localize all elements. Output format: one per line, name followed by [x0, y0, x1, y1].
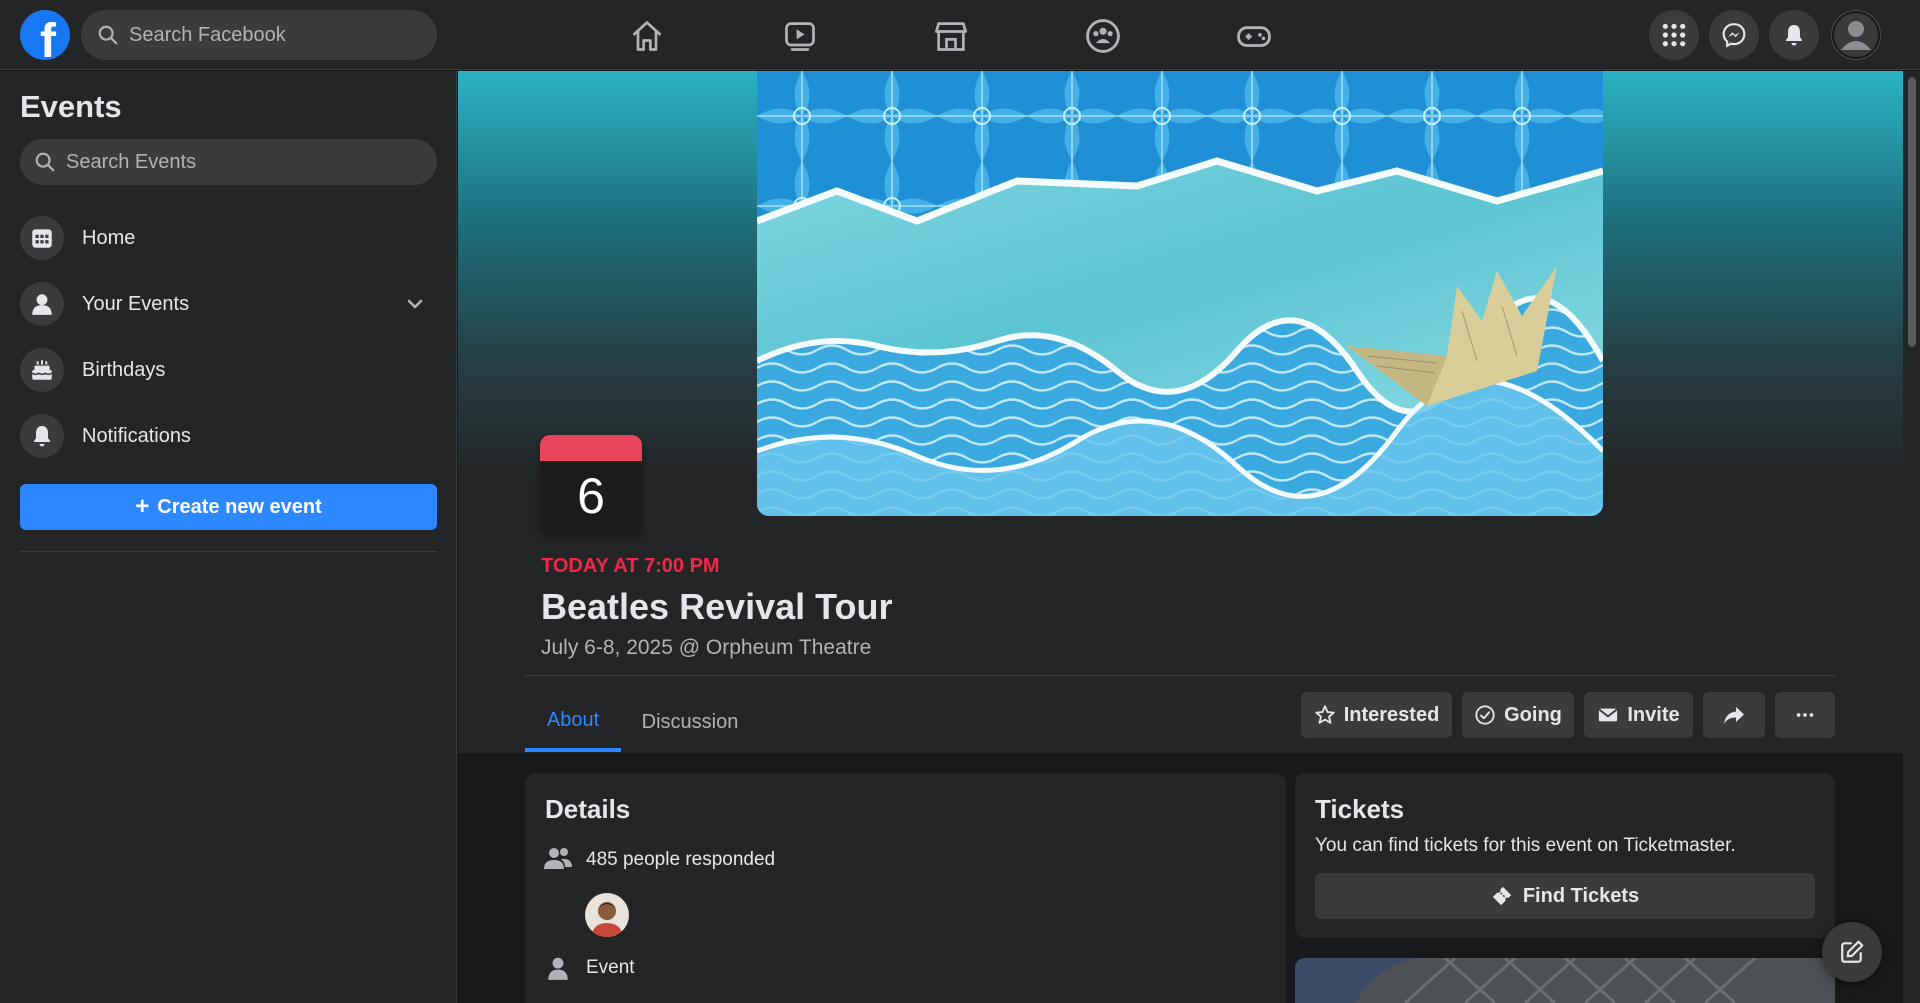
sidebar-item-label: Birthdays [82, 358, 166, 381]
facebook-search-input[interactable] [129, 23, 409, 47]
date-badge-header [540, 435, 642, 461]
gaming-icon[interactable] [1232, 14, 1276, 58]
tickets-heading: Tickets [1315, 794, 1405, 824]
event-time: TODAY AT 7:00 PM [541, 555, 720, 577]
compose-icon [1841, 940, 1864, 963]
messenger-button[interactable] [1709, 10, 1759, 60]
tab-discussion[interactable]: Discussion [625, 692, 755, 752]
event-day: 6 [577, 468, 605, 524]
page-scrollbar[interactable] [1903, 71, 1920, 1003]
responder-avatar[interactable] [585, 893, 629, 937]
home-icon[interactable] [625, 14, 669, 58]
cake-icon [20, 348, 64, 392]
groups-icon[interactable] [1081, 14, 1125, 58]
star-icon [1314, 705, 1335, 724]
invite-button[interactable]: Invite [1584, 692, 1693, 738]
menu-grid-button[interactable] [1649, 10, 1699, 60]
watch-icon[interactable] [778, 14, 822, 58]
plus-icon: + [135, 493, 150, 520]
sidebar-item-label: Home [82, 226, 136, 249]
people-icon [544, 848, 572, 869]
search-icon [98, 25, 118, 45]
top-bar: f [0, 0, 1920, 70]
marketplace-icon[interactable] [929, 14, 973, 58]
sidebar-item-label: Your Events [82, 292, 190, 315]
share-icon [1724, 707, 1744, 724]
sidebar-divider [20, 551, 437, 552]
scrollbar-thumb[interactable] [1908, 77, 1916, 347]
location-map[interactable] [1295, 958, 1835, 1003]
check-circle-icon [1475, 705, 1495, 725]
person-icon [548, 957, 568, 980]
more-icon [1796, 713, 1814, 717]
events-search-input[interactable] [66, 150, 346, 174]
messenger-icon [1722, 23, 1746, 48]
menu-grid-icon [1662, 23, 1686, 47]
responded-count: 485 people responded [586, 849, 776, 870]
event-subtitle: July 6-8, 2025 @ Orpheum Theatre [541, 636, 872, 659]
more-options-button[interactable] [1775, 692, 1835, 738]
notifications-icon [1786, 25, 1802, 46]
tickets-card: Tickets You can find tickets for this ev… [1295, 773, 1835, 938]
sidebar-item-birthdays[interactable]: Birthdays [20, 342, 437, 398]
new-message-button[interactable] [1822, 922, 1882, 982]
event-title: Beatles Revival Tour [541, 586, 893, 627]
calendar-icon [20, 216, 64, 260]
tab-about[interactable]: About [525, 692, 621, 752]
envelope-icon [1599, 708, 1618, 722]
facebook-logo[interactable]: f [20, 10, 70, 60]
sidebar-item-home[interactable]: Home [20, 210, 437, 266]
tickets-description: You can find tickets for this event on T… [1315, 835, 1736, 856]
details-card: Details 485 people responded Event [525, 773, 1286, 1003]
events-sidebar: Events Home Your Events Birthdays Notifi… [0, 71, 457, 1003]
profile-avatar[interactable] [1831, 10, 1881, 60]
find-tickets-button[interactable]: Find Tickets [1315, 873, 1815, 919]
interested-button[interactable]: Interested [1301, 692, 1452, 738]
sidebar-item-notifications[interactable]: Notifications [20, 408, 437, 464]
sidebar-item-label: Notifications [82, 424, 191, 447]
header-divider [525, 675, 1835, 676]
bell-icon [20, 414, 64, 458]
person-icon [20, 282, 64, 326]
notifications-button[interactable] [1769, 10, 1819, 60]
chevron-down-icon[interactable] [405, 294, 425, 314]
events-search-box[interactable] [20, 139, 437, 185]
details-heading: Details [545, 794, 631, 824]
event-date-badge: 6 [540, 435, 642, 535]
event-type: Event [586, 957, 635, 978]
search-icon [35, 152, 55, 172]
sidebar-title: Events [20, 89, 122, 124]
ticket-icon [1492, 886, 1511, 906]
facebook-search-box[interactable] [81, 10, 437, 60]
sidebar-item-your-events[interactable]: Your Events [20, 276, 437, 332]
share-button[interactable] [1703, 692, 1765, 738]
create-event-button[interactable]: + Create new event [20, 484, 437, 530]
event-cover-image[interactable] [757, 71, 1603, 516]
going-button[interactable]: Going [1462, 692, 1574, 738]
